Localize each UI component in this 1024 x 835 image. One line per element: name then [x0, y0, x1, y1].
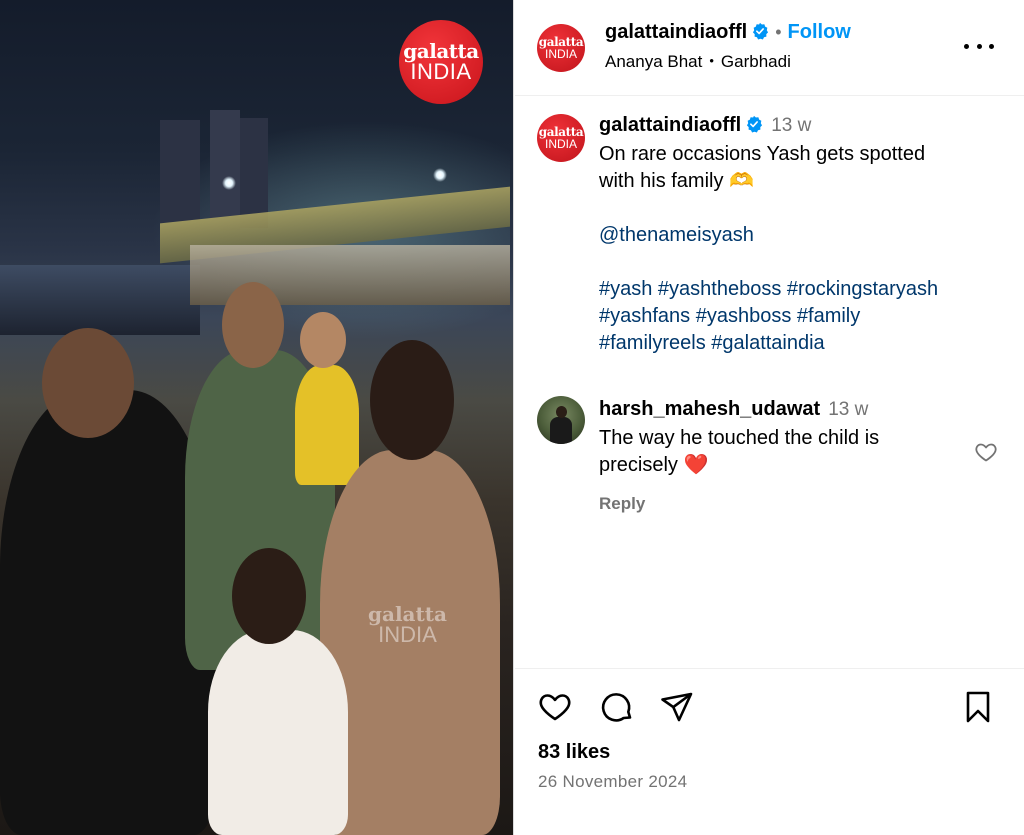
caption-time[interactable]: 13 w — [771, 115, 811, 136]
likes-count[interactable]: 83 likes — [538, 741, 610, 764]
header-subline: Ananya Bhat • Garbhadi — [605, 52, 791, 72]
separator-dot: • — [775, 22, 782, 42]
verified-badge-icon — [753, 22, 769, 40]
person-child-boy — [295, 365, 359, 485]
building — [160, 120, 200, 230]
post-media[interactable]: galatta INDIA galatta INDIA — [0, 0, 514, 835]
comment-text-line: The way he touched the child is — [599, 427, 880, 449]
person-head — [222, 282, 284, 368]
profile-avatar[interactable]: galatta INDIA — [537, 24, 585, 72]
hashtags-line[interactable]: #familyreels #galattaindia — [599, 330, 1009, 357]
person-head — [42, 328, 134, 438]
comment-text-line: precisely ❤️ — [599, 454, 709, 476]
hashtags-line[interactable]: #yashfans #yashboss #family — [599, 303, 1009, 330]
post-details-panel: galatta INDIA galattaindiaoffl • Follow An… — [515, 0, 1024, 835]
like-heart-icon[interactable] — [537, 689, 573, 725]
post-date[interactable]: 26 November 2024 — [538, 772, 687, 792]
avatar-figure — [550, 417, 572, 444]
water — [0, 265, 200, 335]
caption-text-line: On rare occasions Yash gets spotted — [599, 143, 926, 165]
follow-button[interactable]: Follow — [788, 21, 851, 43]
person-head — [300, 312, 346, 368]
building — [210, 110, 240, 230]
person-head — [370, 340, 454, 460]
avatar-text-bottom: INDIA — [544, 47, 577, 61]
comment-title-row: harsh_mahesh_udawat 13 w — [599, 398, 959, 425]
comment-time[interactable]: 13 w — [828, 399, 868, 420]
street-light — [222, 176, 236, 190]
header-username[interactable]: galattaindiaoffl — [605, 21, 747, 43]
caption-avatar[interactable]: galatta INDIA — [537, 114, 585, 162]
header-title-row: galattaindiaoffl • Follow — [605, 21, 851, 44]
galatta-india-logo: galatta INDIA — [399, 20, 483, 104]
person-bodyguard — [0, 390, 215, 835]
watermark-text-bottom: INDIA — [378, 622, 437, 647]
commenter-avatar[interactable] — [537, 396, 585, 444]
comment-like-heart-icon[interactable] — [974, 440, 998, 464]
logo-text-bottom: INDIA — [410, 59, 472, 84]
person-girl — [208, 630, 348, 835]
collaborator-name[interactable]: Ananya Bhat — [605, 52, 702, 71]
comment-body: harsh_mahesh_udawat 13 w The way he touch… — [599, 398, 959, 479]
avatar-figure — [556, 406, 567, 418]
hashtags-line[interactable]: #yash #yashtheboss #rockingstaryash — [599, 276, 1009, 303]
separator-dot: • — [709, 53, 714, 68]
caption-body: galattaindiaoffl 13 w On rare occasions Y… — [599, 114, 1009, 357]
location-link[interactable]: Garbhadi — [721, 52, 791, 71]
share-send-icon[interactable] — [659, 689, 695, 725]
mention-link[interactable]: @thenameisyash — [599, 222, 1009, 249]
watermark-text-top: galatta — [368, 602, 447, 626]
caption-text-line: with his family 🫶 — [599, 170, 754, 192]
logo-text-top: galatta — [403, 39, 479, 63]
verified-badge-icon — [747, 115, 763, 133]
caption-username[interactable]: galattaindiaoffl — [599, 114, 741, 136]
post-actions: 83 likes 26 November 2024 — [515, 668, 1024, 835]
more-options-icon[interactable] — [964, 34, 994, 58]
reply-button[interactable]: Reply — [599, 494, 645, 514]
comment-bubble-icon[interactable] — [599, 689, 635, 725]
save-bookmark-icon[interactable] — [960, 689, 996, 725]
post-header: galatta INDIA galattaindiaoffl • Follow An… — [515, 0, 1024, 96]
galatta-india-watermark: galatta INDIA — [368, 604, 447, 646]
street-light — [433, 168, 447, 182]
commenter-username[interactable]: harsh_mahesh_udawat — [599, 398, 820, 420]
person-head — [232, 548, 306, 644]
caption-title-row: galattaindiaoffl 13 w — [599, 114, 1009, 141]
avatar-text-bottom: INDIA — [544, 137, 577, 151]
